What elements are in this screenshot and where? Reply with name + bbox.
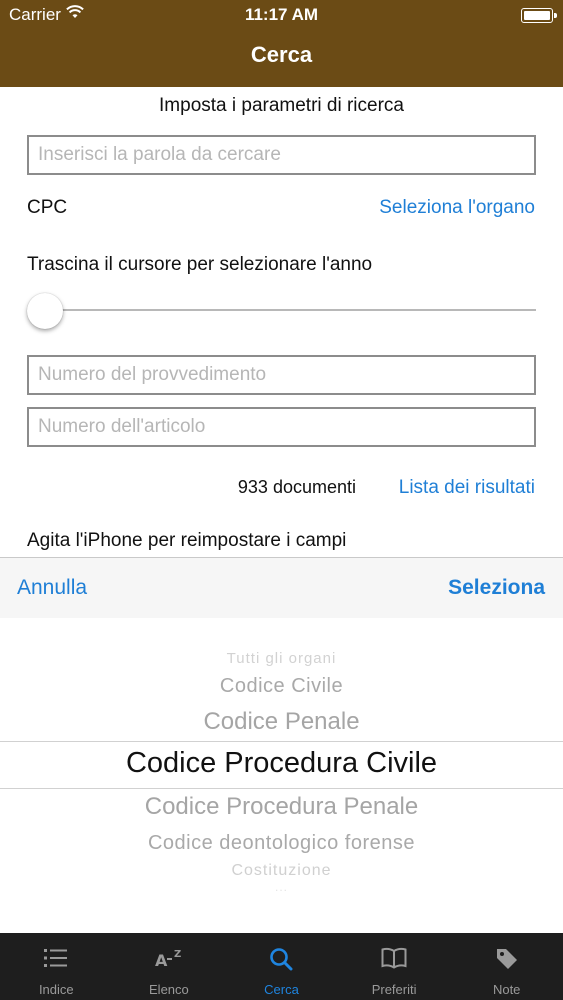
tab-elenco[interactable]: A Z Elenco [113, 933, 226, 1000]
year-slider-track[interactable] [45, 309, 536, 311]
tab-label: Note [492, 982, 521, 997]
picker-option[interactable]: Codice Procedura Penale [0, 793, 563, 821]
tab-bar: Indice A Z Elenco Cerca Preferiti Note [0, 933, 563, 1000]
picker-selection-line [0, 788, 563, 789]
picker-toolbar: Annulla Seleziona [0, 557, 563, 618]
article-number-input[interactable]: Numero dell'articolo [27, 407, 536, 447]
picker-selection-line [0, 741, 563, 742]
article-placeholder: Numero dell'articolo [38, 416, 206, 437]
search-input[interactable]: Inserisci la parola da cercare [27, 135, 536, 175]
battery-icon [521, 8, 557, 23]
organ-picker[interactable]: Tutti gli organi Codice Civile Codice Pe… [0, 618, 563, 933]
tab-label: Preferiti [371, 982, 417, 997]
picker-option-selected[interactable]: Codice Procedura Civile [0, 747, 563, 780]
picker-option[interactable]: Codice deontologico forense [0, 832, 563, 855]
picker-option[interactable]: Codice Civile [0, 675, 563, 698]
year-slider-thumb[interactable] [27, 293, 63, 329]
select-button[interactable]: Seleziona [448, 576, 545, 600]
picker-option[interactable]: Tutti gli organi [0, 650, 563, 667]
selected-organ-value: CPC [27, 197, 68, 218]
tag-icon [496, 949, 517, 969]
tab-label: Indice [38, 982, 74, 997]
picker-option[interactable]: Codice Penale [0, 708, 563, 736]
provvedimento-placeholder: Numero del provvedimento [38, 364, 267, 385]
tab-indice[interactable]: Indice [0, 933, 113, 1000]
results-list-link[interactable]: Lista dei risultati [399, 477, 535, 499]
svg-text:A: A [155, 951, 168, 969]
year-slider-label: Trascina il cursore per selezionare l'an… [27, 254, 373, 275]
svg-text:Z: Z [174, 949, 181, 960]
search-placeholder: Inserisci la parola da cercare [38, 144, 281, 165]
cancel-button[interactable]: Annulla [17, 576, 87, 600]
provvedimento-number-input[interactable]: Numero del provvedimento [27, 355, 536, 395]
tab-note[interactable]: Note [450, 933, 563, 1000]
select-organ-link[interactable]: Seleziona l'organo [379, 197, 535, 219]
tab-preferiti[interactable]: Preferiti [338, 933, 451, 1000]
list-icon [44, 949, 68, 967]
az-sort-icon: A Z [155, 949, 181, 969]
page-title: Cerca [250, 42, 313, 67]
tab-cerca[interactable]: Cerca [225, 933, 338, 1000]
tab-label: Elenco [149, 982, 189, 997]
book-icon [381, 947, 407, 969]
form-subtitle: Imposta i parametri di ricerca [159, 95, 404, 116]
status-time: 11:17 AM [244, 5, 319, 24]
status-bar: Carrier 11:17 AM [0, 0, 563, 30]
search-icon [270, 948, 293, 971]
picker-option[interactable]: Costituzione [0, 862, 563, 880]
tab-label: Cerca [264, 982, 299, 997]
documents-count: 933 documenti [237, 477, 356, 497]
shake-hint: Agita l'iPhone per reimpostare i campi [27, 530, 347, 551]
navigation-bar: Carrier 11:17 AM Cerca [0, 0, 563, 87]
picker-option[interactable]: ... [0, 880, 563, 894]
